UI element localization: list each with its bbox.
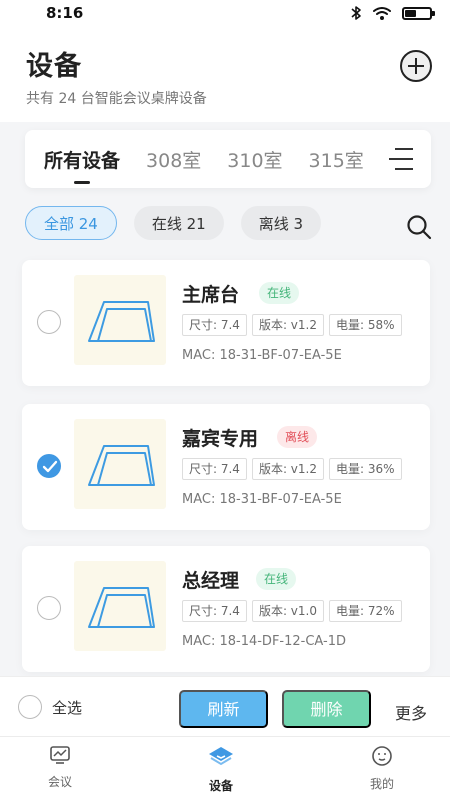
status-bar: 8:16 <box>0 0 450 26</box>
tab-all-devices[interactable]: 所有设备 <box>44 146 120 184</box>
device-name: 总经理 <box>182 570 240 592</box>
wifi-icon <box>373 6 391 20</box>
device-name: 主席台 <box>182 284 240 306</box>
nav-device-label: 设备 <box>208 779 233 793</box>
device-size: 尺寸: 7.4 <box>182 314 247 336</box>
delete-button[interactable]: 删除 <box>282 690 371 728</box>
status-badge: 在线 <box>256 568 297 590</box>
more-button[interactable]: 更多 <box>395 700 427 724</box>
device-battery: 电量: 58% <box>329 314 402 336</box>
device-select-radio-checked[interactable] <box>37 454 61 478</box>
nav-mine[interactable]: 我的 <box>352 745 412 792</box>
room-tabs: 所有设备 308室 310室 315室 <box>25 130 431 188</box>
device-thumbnail <box>74 561 166 651</box>
filter-all-chip[interactable]: 全部 24 <box>25 206 117 240</box>
device-select-radio[interactable] <box>37 310 61 334</box>
search-icon[interactable] <box>406 214 432 240</box>
nav-meeting-label: 会议 <box>47 775 72 789</box>
device-mac: MAC: 18-31-BF-07-EA-5E <box>182 348 342 363</box>
device-card-guest[interactable]: 嘉宾专用 离线 尺寸: 7.4 版本: v1.2 电量: 36% MAC: 18… <box>22 404 430 530</box>
meeting-icon <box>50 746 70 764</box>
battery-icon <box>402 6 435 20</box>
status-time: 8:16 <box>46 4 84 22</box>
nav-device[interactable]: 设备 <box>191 745 251 794</box>
device-mac: MAC: 18-14-DF-12-CA-1D <box>182 634 347 649</box>
page-header: 设备 共有 24 台智能会议桌牌设备 <box>0 26 450 122</box>
status-icons <box>350 5 435 21</box>
device-meta: 尺寸: 7.4 版本: v1.2 电量: 36% <box>182 458 402 480</box>
device-thumbnail <box>74 275 166 365</box>
bottom-navigation: 会议 设备 我的 <box>0 736 450 800</box>
device-version: 版本: v1.0 <box>251 600 324 622</box>
device-version: 版本: v1.2 <box>251 314 324 336</box>
tab-room-315[interactable]: 315室 <box>309 146 364 173</box>
device-icon <box>88 587 155 628</box>
device-thumbnail <box>74 419 166 509</box>
device-icon <box>209 747 233 766</box>
device-battery: 电量: 36% <box>329 458 402 480</box>
page-title: 设备 <box>26 51 82 82</box>
device-card-manager[interactable]: 总经理 在线 尺寸: 7.4 版本: v1.0 电量: 72% MAC: 18-… <box>22 546 430 672</box>
filter-offline-chip[interactable]: 离线 3 <box>240 206 322 240</box>
nav-meeting[interactable]: 会议 <box>30 745 90 790</box>
bluetooth-icon <box>351 6 361 20</box>
device-version: 版本: v1.2 <box>251 458 324 480</box>
device-battery: 电量: 72% <box>329 600 402 622</box>
refresh-button[interactable]: 刷新 <box>179 690 268 728</box>
device-size: 尺寸: 7.4 <box>182 600 247 622</box>
menu-icon[interactable] <box>389 148 413 170</box>
smile-icon <box>372 746 392 766</box>
select-all-label[interactable]: 全选 <box>52 697 82 718</box>
checkmark-icon <box>42 460 58 473</box>
device-meta: 尺寸: 7.4 版本: v1.2 电量: 58% <box>182 314 402 336</box>
device-size: 尺寸: 7.4 <box>182 458 247 480</box>
filter-online-chip[interactable]: 在线 21 <box>133 206 224 240</box>
status-filters: 全部 24 在线 21 离线 3 <box>25 206 322 240</box>
device-select-radio[interactable] <box>37 596 61 620</box>
device-name: 嘉宾专用 <box>182 428 259 450</box>
add-device-button[interactable] <box>400 50 432 82</box>
nav-mine-label: 我的 <box>369 777 394 791</box>
bulk-action-bar: 全选 刷新 删除 更多 <box>0 676 450 736</box>
status-badge: 离线 <box>277 426 318 448</box>
device-card-chairman[interactable]: 主席台 在线 尺寸: 7.4 版本: v1.2 电量: 58% MAC: 18-… <box>22 260 430 386</box>
device-meta: 尺寸: 7.4 版本: v1.0 电量: 72% <box>182 600 402 622</box>
device-mac: MAC: 18-31-BF-07-EA-5E <box>182 492 342 507</box>
device-icon <box>88 445 155 486</box>
status-badge: 在线 <box>259 282 300 304</box>
select-all-radio[interactable] <box>18 695 42 719</box>
tab-room-308[interactable]: 308室 <box>146 146 201 173</box>
tab-room-310[interactable]: 310室 <box>227 146 282 173</box>
device-icon <box>88 301 155 342</box>
page-subtitle: 共有 24 台智能会议桌牌设备 <box>26 91 207 107</box>
